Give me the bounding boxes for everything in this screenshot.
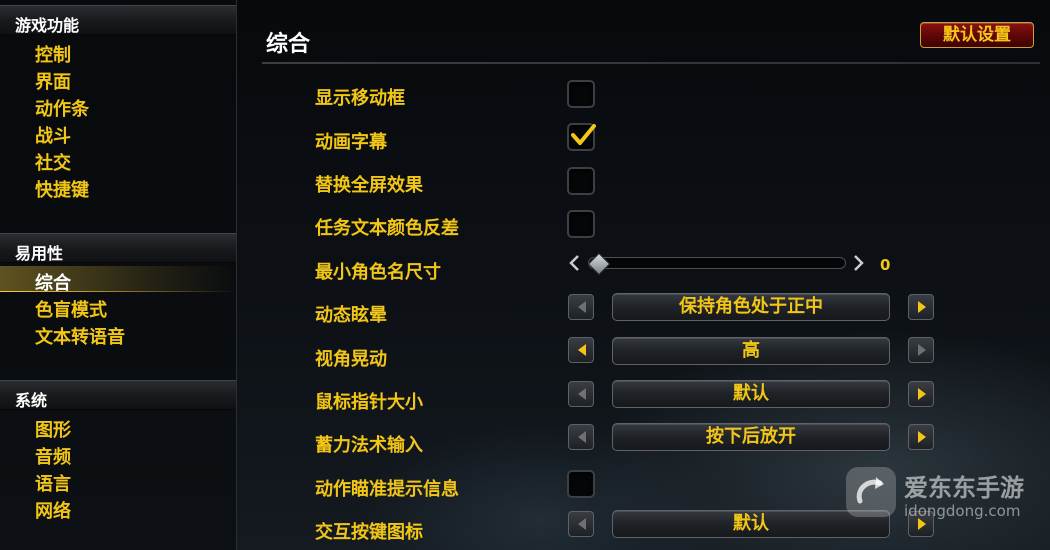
- sidebar-item-interface[interactable]: 界面: [0, 65, 236, 93]
- sidebar-item-graphics[interactable]: 图形: [0, 413, 236, 441]
- refresh-arrow-icon: [856, 477, 884, 504]
- sidebar-item-controls[interactable]: 控制: [0, 38, 236, 66]
- motion-sickness-next-button[interactable]: [908, 294, 934, 320]
- cursor-size-prev-button[interactable]: [568, 381, 594, 407]
- title-divider: [262, 62, 1040, 64]
- quest-text-contrast-label: 任务文本颜色反差: [315, 218, 459, 239]
- sidebar-item-keybindings[interactable]: 快捷键: [0, 173, 236, 201]
- sidebar-item-social[interactable]: 社交: [0, 146, 236, 174]
- sidebar-section-accessibility: 易用性: [0, 233, 236, 263]
- show-move-pad-label: 显示移动框: [315, 88, 405, 109]
- sidebar-section-gameplay: 游戏功能: [0, 5, 236, 35]
- slider-increase-icon[interactable]: [853, 254, 865, 272]
- sidebar-section-system: 系统: [0, 380, 236, 410]
- watermark-logo-icon: [846, 467, 896, 517]
- sidebar-item-audio[interactable]: 音频: [0, 440, 236, 468]
- cinematic-subtitles-checkbox[interactable]: [567, 123, 596, 151]
- motion-sickness-label: 动态眩晕: [315, 305, 387, 326]
- sidebar-item-colorblind-mode[interactable]: 色盲模式: [0, 293, 236, 321]
- alternate-fullscreen-effects-label: 替换全屏效果: [315, 175, 423, 196]
- arrow-right-icon: [918, 301, 926, 313]
- camera-shake-next-button[interactable]: [908, 337, 934, 363]
- min-name-size-slider[interactable]: [588, 257, 846, 269]
- target-tooltip-checkbox[interactable]: [567, 470, 595, 498]
- camera-shake-prev-button[interactable]: [568, 337, 594, 363]
- sidebar-item-text-to-speech[interactable]: 文本转语音: [0, 320, 236, 348]
- page-title: 综合: [266, 32, 311, 57]
- arrow-left-icon: [578, 301, 586, 313]
- sidebar-item-network[interactable]: 网络: [0, 494, 236, 522]
- motion-sickness-prev-button[interactable]: [568, 294, 594, 320]
- sidebar-item-action-bars[interactable]: 动作条: [0, 92, 236, 120]
- slider-decrease-icon[interactable]: [568, 254, 580, 272]
- show-move-pad-checkbox[interactable]: [567, 80, 595, 108]
- checkmark-icon: [571, 124, 596, 145]
- cursor-size-select[interactable]: 默认: [612, 380, 890, 408]
- arrow-left-icon: [578, 388, 586, 400]
- sidebar-item-combat[interactable]: 战斗: [0, 119, 236, 147]
- min-name-size-label: 最小角色名尺寸: [315, 262, 441, 283]
- cursor-size-label: 鼠标指针大小: [315, 392, 423, 413]
- empowered-input-next-button[interactable]: [908, 424, 934, 450]
- default-settings-button[interactable]: 默认设置: [920, 22, 1034, 48]
- empowered-input-label: 蓄力法术输入: [315, 435, 423, 456]
- watermark-url: idongdong.com: [904, 502, 1021, 520]
- arrow-left-icon: [578, 431, 586, 443]
- quest-text-contrast-checkbox[interactable]: [567, 210, 595, 238]
- sidebar-item-general[interactable]: 综合: [0, 266, 236, 294]
- alternate-fullscreen-effects-checkbox[interactable]: [567, 167, 595, 195]
- empowered-input-prev-button[interactable]: [568, 424, 594, 450]
- slider-value: 0: [880, 256, 891, 274]
- arrow-right-icon: [918, 344, 926, 356]
- watermark-brand: 爱东东手游: [904, 474, 1024, 502]
- camera-shake-label: 视角晃动: [315, 349, 387, 370]
- arrow-left-icon: [578, 344, 586, 356]
- cursor-size-next-button[interactable]: [908, 381, 934, 407]
- interact-key-icons-prev-button[interactable]: [568, 511, 594, 537]
- settings-sidebar: 游戏功能 控制 界面 动作条 战斗 社交 快捷键 易用性 综合 色盲模式 文本转…: [0, 0, 237, 550]
- camera-shake-select[interactable]: 高: [612, 337, 890, 365]
- motion-sickness-select[interactable]: 保持角色处于正中: [612, 293, 890, 321]
- arrow-left-icon: [578, 518, 586, 530]
- arrow-right-icon: [918, 431, 926, 443]
- empowered-input-select[interactable]: 按下后放开: [612, 423, 890, 451]
- interact-key-icons-label: 交互按键图标: [315, 522, 423, 543]
- sidebar-item-language[interactable]: 语言: [0, 467, 236, 495]
- arrow-right-icon: [918, 388, 926, 400]
- target-tooltip-label: 动作瞄准提示信息: [315, 479, 459, 500]
- cinematic-subtitles-label: 动画字幕: [315, 132, 387, 153]
